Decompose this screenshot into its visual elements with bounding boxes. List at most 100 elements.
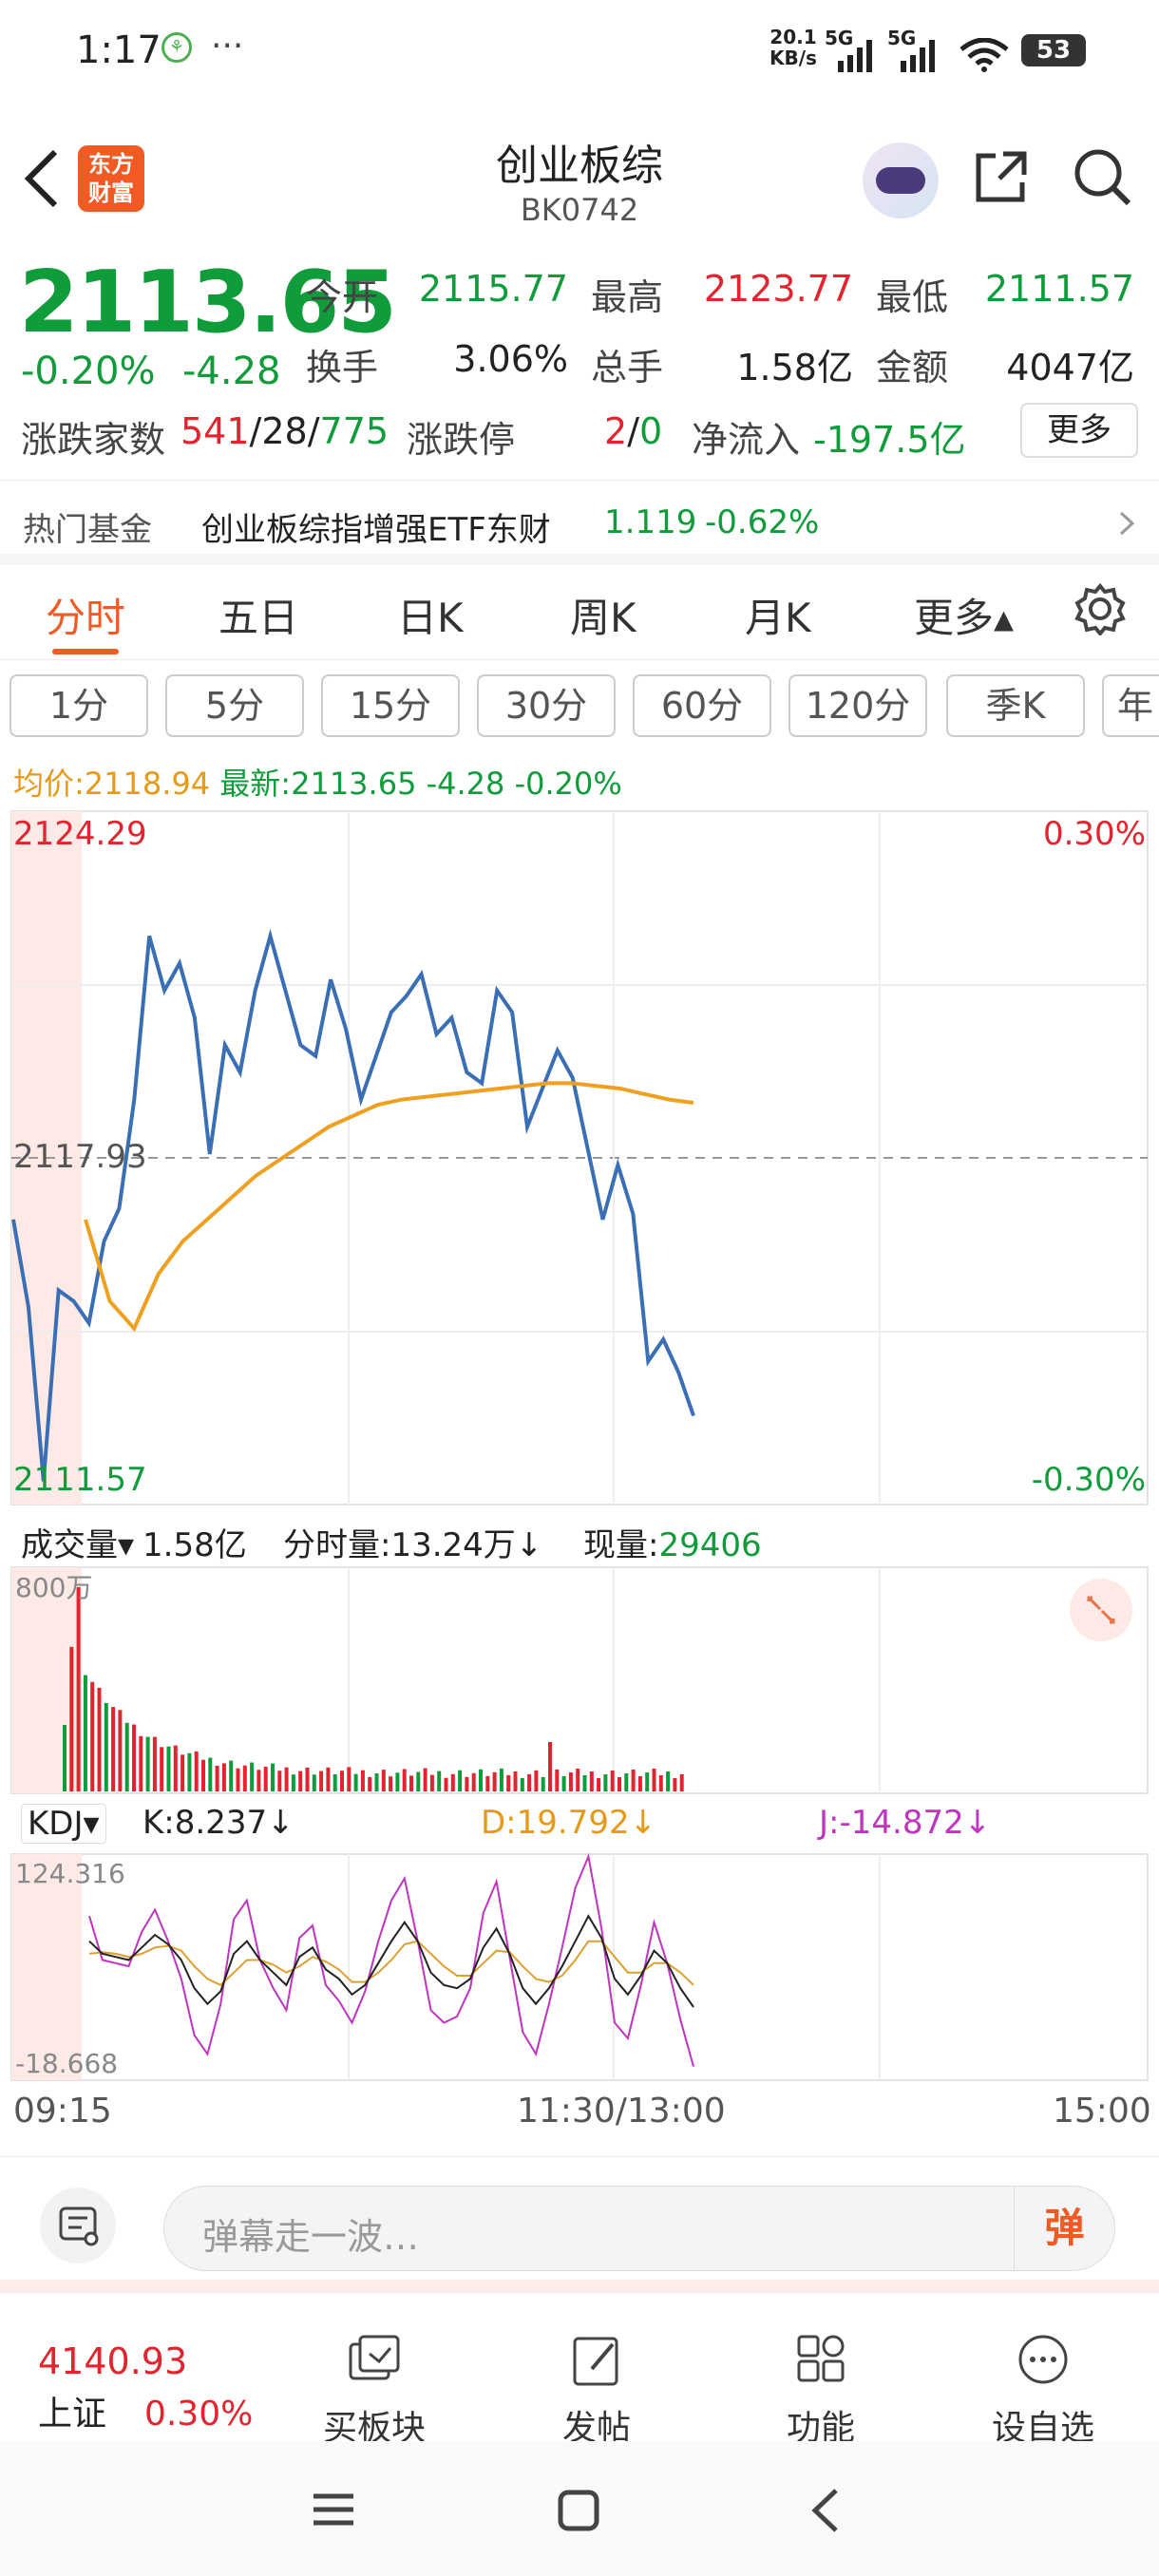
breadth-label: 涨跌家数	[21, 419, 166, 461]
share-icon[interactable]	[971, 146, 1032, 207]
chevron-right-icon	[1119, 511, 1135, 536]
volume-bar	[76, 1587, 81, 1791]
current-volume: 现量:29406	[583, 1526, 762, 1564]
volume-bar	[658, 1775, 663, 1791]
kdj-selector[interactable]: KDJ▾	[21, 1804, 106, 1844]
volume-bar	[561, 1775, 566, 1791]
status-bar: 1:17 ⚘ ··· 20.1 KB/s 5G 5G 53	[0, 0, 1159, 104]
volume-bar	[513, 1771, 518, 1791]
tab-more[interactable]: 更多▴	[914, 586, 1014, 644]
tab-daily-k[interactable]: 日K	[397, 586, 464, 644]
volume-bar	[271, 1763, 275, 1791]
volume-bar	[631, 1770, 636, 1791]
volume-bar	[437, 1771, 442, 1791]
chart-top-pct: 0.30%	[1042, 815, 1146, 853]
bottom-toolbar: 4140.93 上证 0.30% 买板块 发帖 功能 设自选	[0, 2280, 1159, 2448]
kdj-k-line	[88, 1914, 694, 2008]
back-icon[interactable]	[808, 2487, 842, 2534]
volume-total: 1.58亿	[142, 1526, 247, 1564]
danmu-bar: 弹幕走一波… 弹	[0, 2156, 1159, 2280]
volume-bar	[353, 1773, 358, 1791]
kdj-j-value: J:-14.872↓	[819, 1804, 992, 1842]
volume-bar	[541, 1776, 545, 1791]
volume-bar	[444, 1777, 448, 1791]
period-30m[interactable]: 30分	[477, 674, 616, 737]
volume-bar	[298, 1771, 303, 1791]
period-15m[interactable]: 15分	[321, 674, 460, 737]
volume-indicator-row: 成交量▾ 1.58亿 分时量:13.24万↓ 现量:29406	[0, 1515, 1159, 1565]
volume-bar	[589, 1771, 594, 1791]
volume-bar	[423, 1768, 428, 1791]
high-value: 2123.77	[703, 268, 853, 310]
volume-bar	[180, 1754, 185, 1791]
period-1m[interactable]: 1分	[10, 674, 148, 737]
tab-five-day[interactable]: 五日	[218, 586, 298, 644]
period-selector: 1分 5分 15分 30分 60分 120分 季K 年	[0, 671, 1159, 747]
search-icon[interactable]	[1072, 146, 1132, 207]
menu-icon[interactable]	[310, 2491, 357, 2529]
volume-bar	[347, 1767, 352, 1791]
volume-bar	[389, 1776, 393, 1791]
tab-intraday[interactable]: 分时	[46, 586, 125, 644]
chart-base-price: 2117.93	[13, 1138, 147, 1176]
volume-bar	[173, 1745, 178, 1791]
functions-button[interactable]: 功能	[726, 2331, 916, 2450]
volume-bar	[652, 1769, 656, 1791]
volume-bar	[97, 1687, 102, 1791]
volume-bar	[83, 1675, 87, 1791]
price-line	[11, 928, 695, 1482]
signal-bars-icon	[838, 40, 872, 72]
ai-assistant-icon[interactable]	[863, 142, 939, 218]
volume-bar	[229, 1760, 234, 1791]
volume-bar	[429, 1774, 434, 1791]
index-pct: 0.30%	[144, 2395, 254, 2434]
period-5m[interactable]: 5分	[165, 674, 304, 737]
period-quarter-k[interactable]: 季K	[946, 674, 1085, 737]
volume-bar	[368, 1776, 372, 1791]
intraday-chart[interactable]: 2124.29 2117.93 2111.57 0.30% -0.30% 800…	[0, 807, 1159, 2156]
fund-label: 热门基金	[23, 511, 152, 549]
period-60m[interactable]: 60分	[633, 674, 771, 737]
more-button[interactable]: 更多	[1020, 403, 1138, 458]
danmu-list-icon[interactable]	[40, 2188, 116, 2263]
volume-bar	[111, 1707, 116, 1791]
volume-bar	[236, 1768, 240, 1791]
gear-icon[interactable]	[1074, 582, 1127, 635]
post-button[interactable]: 发帖	[502, 2331, 692, 2450]
index-ticker[interactable]: 4140.93 上证 0.30%	[38, 2340, 253, 2435]
time-close: 15:00	[1053, 2092, 1151, 2131]
volume-bar	[215, 1766, 219, 1791]
change-percent: -0.20%	[21, 350, 156, 393]
volume-selector[interactable]: 成交量▾	[21, 1519, 134, 1565]
chart-bottom-price: 2111.57	[13, 1461, 147, 1499]
expand-icon[interactable]	[1070, 1579, 1132, 1641]
buy-sector-button[interactable]: 买板块	[279, 2331, 469, 2450]
tab-weekly-k[interactable]: 周K	[570, 586, 636, 644]
volume-bar	[492, 1771, 497, 1791]
volume-bar	[242, 1765, 247, 1791]
volume-bar	[548, 1742, 552, 1791]
time-open: 09:15	[13, 2092, 112, 2131]
add-watchlist-button[interactable]: 设自选	[948, 2331, 1138, 2450]
limit-value: 2/0	[604, 410, 663, 452]
volume-bar	[104, 1703, 108, 1791]
volume-bar	[673, 1778, 677, 1791]
period-year-k[interactable]: 年	[1102, 674, 1159, 737]
volume-bar	[145, 1736, 150, 1791]
volume-bar	[374, 1773, 379, 1791]
volume-bar	[520, 1777, 524, 1791]
amount-value: 4047亿	[1006, 347, 1134, 388]
low-label: 最低	[876, 276, 949, 318]
kdj-top-value: 124.316	[15, 1858, 125, 1889]
tab-monthly-k[interactable]: 月K	[745, 586, 811, 644]
volume-bar	[152, 1736, 157, 1791]
volume-bar	[305, 1767, 310, 1791]
period-120m[interactable]: 120分	[788, 674, 927, 737]
danmu-placeholder: 弹幕走一波…	[202, 2216, 420, 2258]
hot-fund-row[interactable]: 热门基金 创业板综指增强ETF东财 1.119 -0.62%	[0, 480, 1159, 565]
home-icon[interactable]	[557, 2489, 600, 2532]
danmu-toggle-button[interactable]: 弹	[1014, 2187, 1114, 2270]
limit-label: 涨跌停	[407, 419, 516, 461]
danmu-input[interactable]: 弹幕走一波… 弹	[163, 2186, 1115, 2271]
more-notifications-icon: ···	[211, 27, 244, 66]
